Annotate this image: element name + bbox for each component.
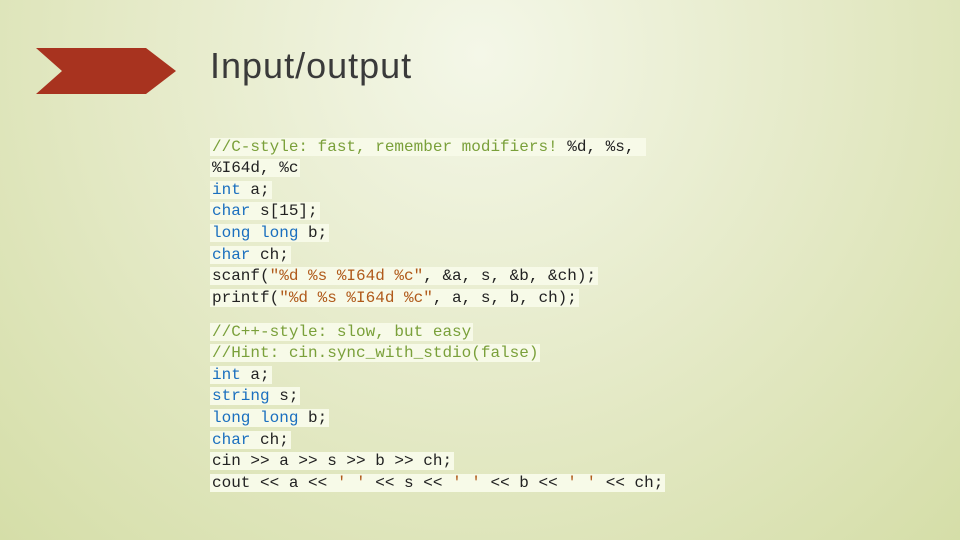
slide-arrow-icon: [36, 48, 176, 94]
code-block-cpp-style: //C++-style: slow, but easy //Hint: cin.…: [210, 300, 665, 494]
code-block-c-style: //C-style: fast, remember modifiers! %d,…: [210, 115, 646, 309]
slide-title: Input/output: [210, 45, 412, 87]
